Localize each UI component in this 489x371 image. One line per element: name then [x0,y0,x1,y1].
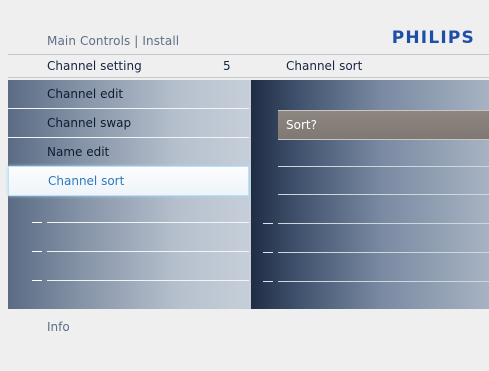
empty-row-divider [47,280,249,281]
menu-item-name-edit[interactable]: Name edit [8,138,249,167]
info-label: Info [47,320,70,334]
content-row-divider [278,194,489,195]
menu-item-channel-edit[interactable]: Channel edit [8,80,249,109]
menu-item-label: Channel edit [47,87,124,101]
content-row-dash [263,223,273,224]
empty-row-dash [32,222,42,223]
content-row-divider [278,252,489,253]
content-row-dash [263,252,273,253]
sort-prompt-label: Sort? [286,118,317,132]
menu-item-label: Channel swap [47,116,132,130]
submenu-title: Channel sort [286,59,363,73]
menu-title: Channel setting [47,59,142,73]
brand-logo: PHILIPS [391,28,475,48]
content-row-divider [278,166,489,167]
empty-row-divider [47,222,249,223]
menu-header-row: Channel setting 5 Channel sort [8,54,489,78]
content-row-divider [278,281,489,282]
channel-number: 5 [223,59,231,73]
empty-row-dash [32,280,42,281]
menu-item-channel-sort[interactable]: Channel sort [8,166,249,196]
sort-prompt-row[interactable]: Sort? [278,110,489,140]
content-row-divider [278,223,489,224]
menu-item-label: Name edit [47,145,110,159]
empty-row-divider [47,251,249,252]
menu-item-label: Channel sort [48,174,125,188]
breadcrumb: Main Controls | Install [47,34,180,48]
left-menu-panel: Channel edit Channel swap Name edit Chan… [8,80,251,309]
right-content-panel: Sort? [251,80,489,309]
menu-item-channel-swap[interactable]: Channel swap [8,109,249,138]
empty-row-dash [32,251,42,252]
content-row-dash [263,281,273,282]
